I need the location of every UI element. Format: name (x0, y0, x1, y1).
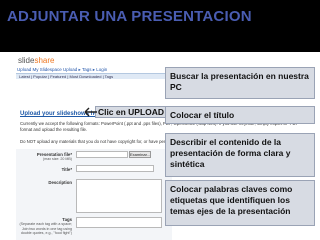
presentation-file-field[interactable] (76, 151, 128, 158)
title-input[interactable] (76, 165, 154, 172)
slideshare-logo[interactable]: slideshare (18, 56, 54, 65)
buscar-callout: Buscar la presentación en nuestra PC (165, 67, 315, 99)
slide: ADJUNTAR UNA PRESENTACION slideshare Upl… (0, 0, 320, 240)
sub-nav-bar[interactable]: Latest | Popular | Featured | Most Downl… (16, 73, 166, 79)
slide-title: ADJUNTAR UNA PRESENTACION (7, 8, 252, 25)
description-label: Description (48, 180, 72, 185)
tags-input[interactable] (76, 217, 162, 228)
logo-main-text: slide (18, 56, 35, 65)
presentation-file-hint: (max size: 20 MB) (43, 157, 72, 161)
clic-upload-callout: Clic en UPLOAD (95, 106, 167, 118)
slideshare-screenshot: slideshare Upload My Slidespace Upload ▸… (2, 52, 320, 240)
description-textarea[interactable] (76, 179, 162, 213)
logo-accent-text: share (34, 56, 55, 65)
palabras-callout: Colocar palabras claves como etiquetas q… (165, 180, 315, 226)
arrow-left-icon (84, 107, 97, 117)
titulo-callout: Colocar el título (165, 106, 315, 124)
tags-hint: (Separate each tag with a space; Join tw… (19, 222, 72, 236)
describir-callout: Describir el contenido de la presentació… (165, 133, 315, 177)
slide-header: ADJUNTAR UNA PRESENTACION (0, 0, 320, 52)
browse-button[interactable]: Examinar... (129, 151, 151, 158)
title-label: Title* (61, 167, 72, 172)
